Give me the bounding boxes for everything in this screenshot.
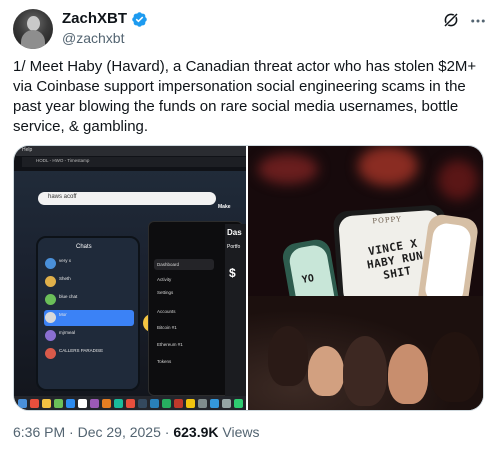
chat-row-selected: Mor [44, 310, 134, 326]
views-count: 623.9K [173, 424, 219, 440]
media-image-screenshot[interactable]: Help HODL - HWO - Timestamp haws acoff M… [14, 146, 246, 410]
dock-app-icon [174, 399, 183, 408]
dock-app-icon [198, 399, 207, 408]
dock-app-icon [66, 399, 75, 408]
chat-name: Mor [59, 312, 67, 317]
chat-name: CALLERS PARADISE [59, 348, 104, 353]
wallet-menu-item: Dashboard [157, 262, 180, 267]
avatar-body [21, 30, 45, 49]
wallet-dollar-symbol: $ [229, 266, 236, 280]
dock-app-icon [30, 399, 39, 408]
dock-app-icon [54, 399, 63, 408]
chat-row: very x [44, 256, 134, 272]
chat-row: blue chat [44, 292, 134, 308]
chat-row: CALLERS PARADISE [44, 346, 134, 362]
tweet-date[interactable]: Dec 29, 2025 [78, 424, 161, 440]
avatar-head [27, 16, 40, 31]
meta-separator: · [69, 424, 74, 440]
dock-app-icon [162, 399, 171, 408]
wallet-portfolio-label: Portfo [227, 244, 241, 250]
dock-app-icon [222, 399, 231, 408]
more-icon[interactable] [469, 12, 487, 30]
dock-app-icon [138, 399, 147, 408]
chat-name: very x [59, 258, 72, 263]
grok-icon[interactable] [442, 11, 460, 29]
video-search-bar: haws acoff [38, 192, 216, 205]
author-name-row: ZachXBT [62, 10, 148, 28]
tweet-text: 1/ Meet Haby (Havard), a Canadian threat… [13, 58, 477, 135]
make-label: Make [218, 204, 231, 210]
chat-row: mjrmeal [44, 328, 134, 344]
ceiling-light [438, 160, 478, 200]
avatar[interactable] [13, 9, 53, 49]
dock-app-icon [78, 399, 87, 408]
phone-chats-title: Chats [76, 244, 92, 250]
chat-row: Sheth [44, 274, 134, 290]
chat-name: Sheth [59, 276, 71, 281]
mac-dock [14, 396, 246, 410]
media-image-nightclub[interactable]: YO POPPY VINCE X HABY RUN SHIT [248, 146, 483, 410]
telegram-phone: Chats very x Sheth blue chat Mor mjrmeal… [36, 236, 140, 391]
tweet-card: ZachXBT @zachxbt 1/ Meet Haby (Havard), … [0, 0, 497, 457]
person-silhouette [430, 332, 480, 402]
chat-avatar [45, 294, 56, 305]
verified-badge-icon [132, 11, 147, 27]
wallet-menu-item: Bitcoin #1 [157, 325, 177, 330]
author-handle[interactable]: @zachxbt [62, 30, 124, 47]
wallet-dashboard-label: Das [227, 228, 242, 237]
tweet-meta: 6:36 PM · Dec 29, 2025 · 623.9K Views [13, 424, 259, 441]
views-label: Views [222, 424, 260, 440]
chat-avatar [45, 276, 56, 287]
sign-brand-label: POPPY [372, 215, 403, 226]
person-silhouette [268, 326, 308, 386]
dock-app-icon [210, 399, 219, 408]
ceiling-light [258, 154, 318, 184]
wallet-menu-item: Tokens [157, 359, 172, 364]
media-grid: Help HODL - HWO - Timestamp haws acoff M… [13, 145, 484, 411]
person-silhouette [343, 336, 387, 406]
dock-app-icon [102, 399, 111, 408]
mac-menu-bar: Help [14, 146, 246, 156]
dock-app-icon [186, 399, 195, 408]
author-display-name[interactable]: ZachXBT [62, 10, 127, 28]
sign-left-text: YO [301, 273, 315, 286]
dock-app-icon [90, 399, 99, 408]
dock-app-icon [114, 399, 123, 408]
chat-avatar [45, 312, 56, 323]
wallet-dashboard-panel: Das Portfo $ [225, 224, 246, 396]
wallet-menu-item: Ethereum #1 [157, 342, 183, 347]
chat-avatar [45, 258, 56, 269]
dock-app-icon [126, 399, 135, 408]
dock-app-icon [42, 399, 51, 408]
browser-tab: HODL - HWO - Timestamp [22, 157, 246, 167]
meta-separator: · [164, 424, 170, 440]
ceiling-light [358, 146, 418, 186]
wallet-menu-item: Activity [157, 277, 172, 282]
wallet-menu-item: Settings [157, 290, 174, 295]
dock-app-icon [18, 399, 27, 408]
chat-avatar [45, 348, 56, 359]
dock-app-icon [150, 399, 159, 408]
person-silhouette [308, 346, 344, 396]
crowd [248, 296, 483, 410]
video-search-query: haws acoff [48, 194, 77, 200]
mac-menu-help: Help [22, 147, 33, 153]
dock-app-icon [234, 399, 243, 408]
person-silhouette [388, 344, 428, 404]
wallet-menu-item: Accounts [157, 309, 176, 314]
chat-name: mjrmeal [59, 330, 76, 335]
chat-avatar [45, 330, 56, 341]
browser-tab-title: HODL - HWO - Timestamp [36, 158, 90, 163]
tweet-time[interactable]: 6:36 PM [13, 424, 65, 440]
chat-name: blue chat [59, 294, 78, 299]
